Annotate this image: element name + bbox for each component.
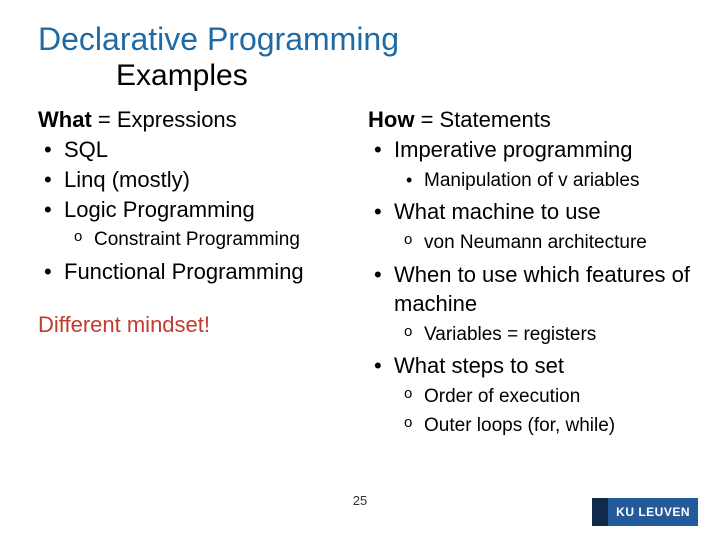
how-sub-order: Order of execution: [394, 383, 690, 412]
what-item-linq: Linq (mostly): [38, 165, 360, 195]
how-when-sublist: Variables = registers: [394, 321, 690, 350]
column-what: What = Expressions SQL Linq (mostly) Log…: [38, 107, 364, 442]
how-rest: = Statements: [414, 107, 550, 132]
how-word: How: [368, 107, 414, 132]
how-steps-sublist: Order of execution Outer loops (for, whi…: [394, 383, 690, 440]
what-logic-sublist: Constraint Programming: [64, 226, 360, 255]
how-item-machine: What machine to use von Neumann architec…: [368, 197, 690, 257]
what-list: SQL Linq (mostly) Logic Programming Cons…: [38, 135, 360, 286]
how-sub-vonneumann: von Neumann architecture: [394, 229, 690, 258]
different-mindset: Different mindset!: [38, 312, 360, 338]
how-heading: How = Statements: [368, 107, 690, 133]
how-sub-variables-registers: Variables = registers: [394, 321, 690, 350]
slide-subtitle: Examples: [116, 59, 690, 93]
how-list: Imperative programming Manipulation of v…: [368, 135, 690, 440]
how-item-machine-label: What machine to use: [394, 199, 601, 224]
what-rest: = Expressions: [92, 107, 237, 132]
content-columns: What = Expressions SQL Linq (mostly) Log…: [38, 107, 690, 442]
how-item-steps: What steps to set Order of execution Out…: [368, 351, 690, 440]
how-machine-sublist: von Neumann architecture: [394, 229, 690, 258]
what-sub-constraint: Constraint Programming: [64, 226, 360, 255]
how-item-when: When to use which features of machine Va…: [368, 260, 690, 350]
how-item-when-label: When to use which features of machine: [394, 262, 690, 317]
slide-title: Declarative Programming: [38, 22, 690, 57]
how-item-imperative-label: Imperative programming: [394, 137, 632, 162]
how-imperative-sublist: Manipulation of v ariables: [394, 167, 690, 196]
what-item-logic: Logic Programming Constraint Programming: [38, 195, 360, 255]
slide: Declarative Programming Examples What = …: [0, 0, 720, 540]
what-heading: What = Expressions: [38, 107, 360, 133]
what-word: What: [38, 107, 92, 132]
logo-text: KU LEUVEN: [608, 498, 698, 526]
how-sub-outer-loops: Outer loops (for, while): [394, 412, 690, 441]
column-how: How = Statements Imperative programming …: [364, 107, 690, 442]
how-sub-manipulation: Manipulation of v ariables: [394, 167, 690, 196]
how-item-imperative: Imperative programming Manipulation of v…: [368, 135, 690, 195]
what-item-logic-label: Logic Programming: [64, 197, 255, 222]
ku-leuven-logo: KU LEUVEN: [592, 498, 698, 526]
logo-accent: [592, 498, 608, 526]
what-item-sql: SQL: [38, 135, 360, 165]
how-item-steps-label: What steps to set: [394, 353, 564, 378]
what-item-functional: Functional Programming: [38, 257, 360, 287]
